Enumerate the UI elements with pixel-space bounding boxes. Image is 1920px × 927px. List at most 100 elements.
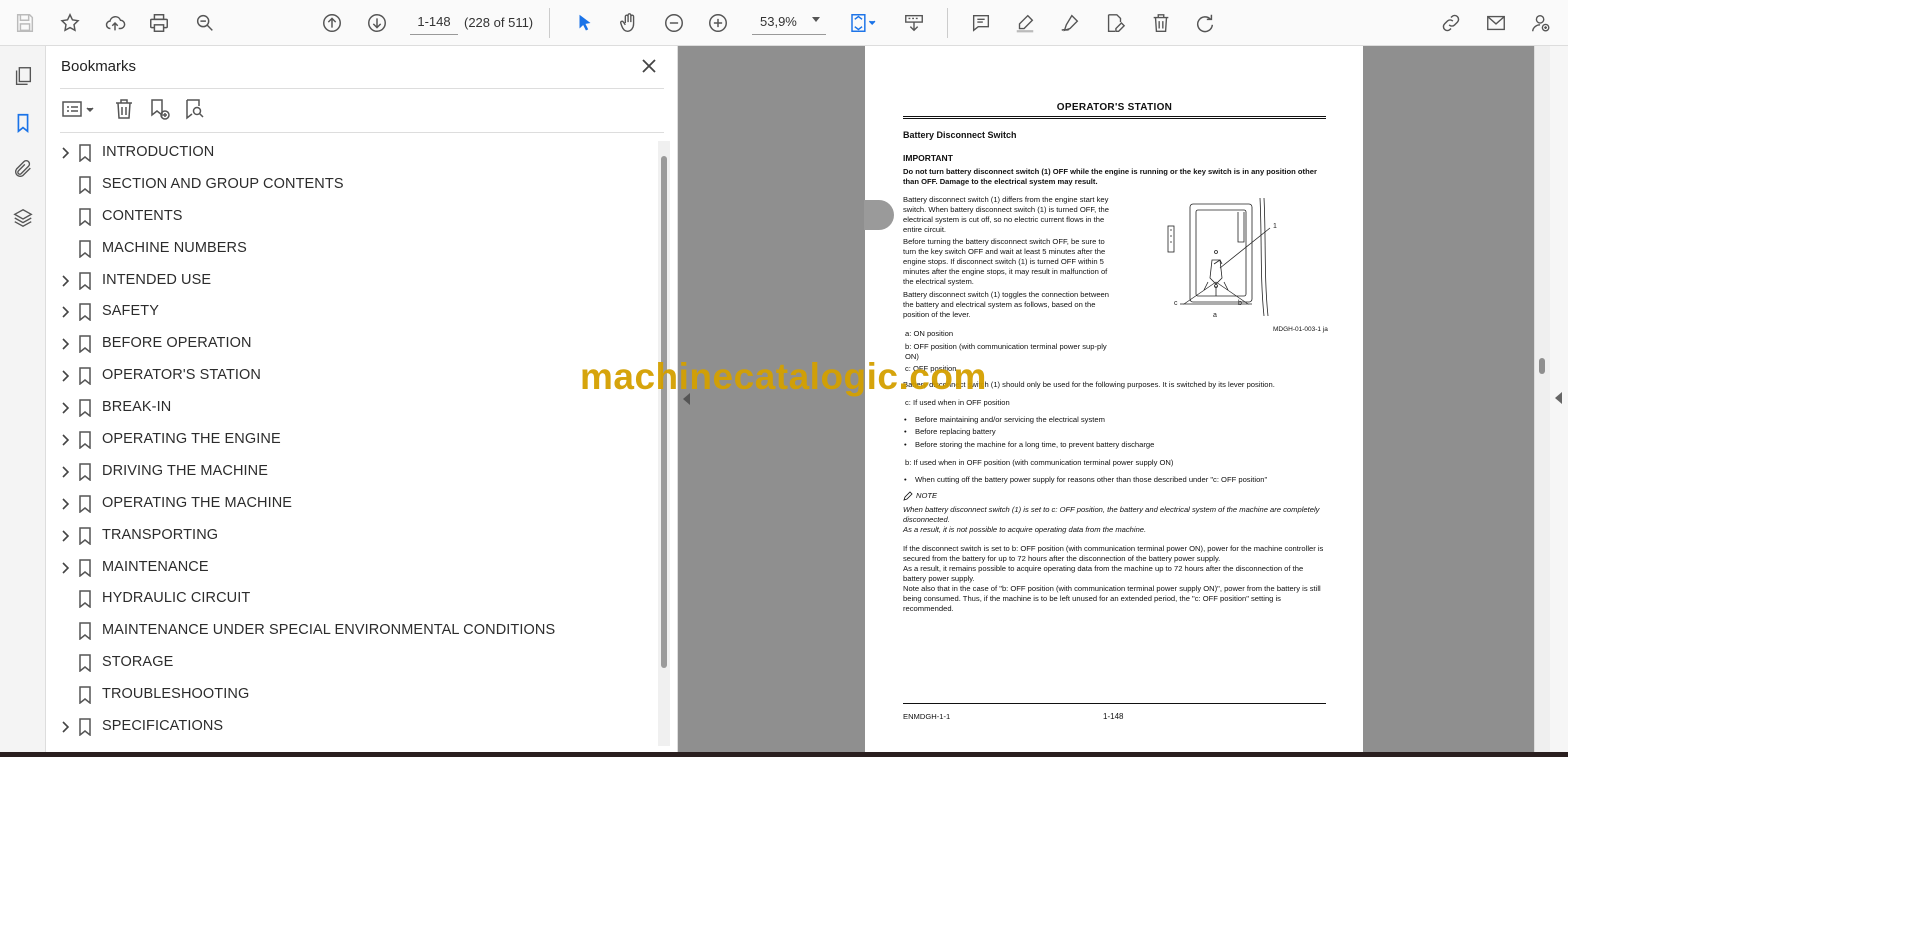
bookmark-item[interactable]: MACHINE NUMBERS — [46, 233, 658, 265]
chevron-right-icon[interactable] — [58, 337, 72, 351]
save-icon[interactable] — [10, 8, 40, 38]
bookmark-item[interactable]: TROUBLESHOOTING — [46, 679, 658, 711]
delete-icon[interactable] — [1146, 8, 1176, 38]
bookmark-icon — [79, 718, 91, 737]
page-side-tab[interactable] — [864, 200, 894, 230]
print-icon[interactable] — [144, 8, 174, 38]
bookmark-label: CONTENTS — [102, 207, 183, 224]
bookmark-icon — [79, 558, 91, 577]
bookmark-options-button[interactable] — [61, 96, 97, 122]
bookmark-label: BREAK-IN — [102, 399, 172, 416]
bookmark-item[interactable]: SPECIFICATIONS — [46, 711, 658, 743]
draw-icon[interactable] — [1055, 8, 1085, 38]
bookmark-icon — [79, 431, 91, 450]
header-rule-thin — [903, 118, 1326, 119]
fit-page-icon[interactable] — [843, 8, 883, 38]
delete-bookmark-icon[interactable] — [111, 96, 137, 122]
redo-icon[interactable] — [1190, 8, 1220, 38]
share-link-icon[interactable] — [1436, 8, 1466, 38]
bookmark-label: OPERATING THE ENGINE — [102, 431, 281, 448]
previous-page-icon[interactable] — [317, 8, 347, 38]
bookmark-item[interactable]: OPERATOR'S STATION — [46, 360, 658, 392]
bookmark-icon — [79, 367, 91, 386]
bookmark-item[interactable]: MAINTENANCE UNDER SPECIAL ENVIRONMENTAL … — [46, 615, 658, 647]
star-icon[interactable] — [55, 8, 85, 38]
expand-right-panel-icon[interactable] — [1555, 392, 1562, 404]
bookmark-item[interactable]: MAINTENANCE — [46, 552, 658, 584]
hand-tool-icon[interactable] — [614, 8, 644, 38]
important-text: Do not turn battery disconnect switch (1… — [903, 167, 1317, 186]
paragraph: Before turning the battery disconnect sw… — [903, 237, 1108, 286]
zoom-select[interactable]: 53,9% — [752, 9, 826, 35]
next-page-icon[interactable] — [362, 8, 392, 38]
bookmark-item[interactable]: INTRODUCTION — [46, 137, 658, 169]
bookmark-icon — [79, 399, 91, 418]
chevron-right-icon[interactable] — [58, 720, 72, 734]
bookmark-item[interactable]: BREAK-IN — [46, 392, 658, 424]
chevron-right-icon[interactable] — [58, 529, 72, 543]
bookmark-label: OPERATOR'S STATION — [102, 367, 261, 384]
bookmark-item[interactable]: OPERATING THE ENGINE — [46, 424, 658, 456]
bookmark-item[interactable]: SAFETY — [46, 296, 658, 328]
edit-pdf-icon[interactable] — [1100, 8, 1130, 38]
account-icon[interactable] — [1526, 8, 1556, 38]
bookmark-label: MAINTENANCE — [102, 558, 209, 575]
chevron-right-icon[interactable] — [58, 274, 72, 288]
close-icon[interactable] — [638, 55, 660, 77]
note-heading: NOTE — [903, 491, 937, 501]
chevron-right-icon[interactable] — [58, 433, 72, 447]
comment-icon[interactable] — [966, 8, 996, 38]
bookmark-label: SECTION AND GROUP CONTENTS — [102, 175, 344, 192]
chevron-right-icon[interactable] — [58, 369, 72, 383]
bookmark-icon — [79, 463, 91, 481]
page-thumbnails-icon[interactable] — [8, 61, 38, 91]
chevron-right-icon[interactable] — [58, 497, 72, 511]
bookmark-label: STORAGE — [102, 654, 174, 671]
cloud-upload-icon[interactable] — [100, 8, 130, 38]
bookmark-tree: INTRODUCTION SECTION AND GROUP CONTENTS CO… — [46, 137, 658, 743]
bullet-item: When cutting off the battery power suppl… — [904, 475, 1267, 485]
vertical-scrollbar-thumb[interactable] — [1539, 358, 1545, 374]
vertical-scrollbar[interactable] — [1534, 46, 1550, 752]
bookmark-item[interactable]: CONTENTS — [46, 201, 658, 233]
highlight-pen-icon[interactable] — [1010, 8, 1040, 38]
chevron-down-icon — [812, 17, 820, 22]
bookmark-item[interactable]: HYDRAULIC CIRCUIT — [46, 583, 658, 615]
chevron-right-icon[interactable] — [58, 561, 72, 575]
scroll-mode-icon[interactable] — [898, 8, 930, 38]
bookmark-label: MAINTENANCE UNDER SPECIAL ENVIRONMENTAL … — [102, 622, 556, 639]
add-bookmark-icon[interactable] — [146, 96, 172, 122]
bookmark-item[interactable]: DRIVING THE MACHINE — [46, 456, 658, 488]
footer-rule — [903, 703, 1326, 704]
bookmark-label: TRANSPORTING — [102, 526, 219, 543]
chevron-right-icon[interactable] — [58, 146, 72, 160]
toolbar-divider — [947, 8, 948, 38]
select-cursor-icon[interactable] — [570, 8, 600, 38]
bookmark-item[interactable]: INTENDED USE — [46, 265, 658, 297]
layers-icon[interactable] — [8, 203, 38, 233]
navigation-rail — [0, 46, 46, 752]
chevron-right-icon[interactable] — [58, 305, 72, 319]
zoom-in-icon[interactable] — [703, 8, 733, 38]
bookmark-label: SPECIFICATIONS — [102, 718, 224, 735]
bookmark-item[interactable]: STORAGE — [46, 647, 658, 679]
zoom-value: 53,9% — [760, 14, 797, 29]
chevron-right-icon[interactable] — [58, 465, 72, 479]
chevron-right-icon[interactable] — [58, 401, 72, 415]
bookmarks-scrollbar-thumb[interactable] — [661, 156, 667, 668]
bookmarks-panel-icon[interactable] — [8, 108, 38, 138]
page-number-input[interactable]: 1-148 — [410, 9, 458, 35]
watermark-text: machinecatalogic.com — [580, 356, 987, 397]
bullet-item: Before storing the machine for a long ti… — [904, 440, 1154, 450]
bookmark-item[interactable]: OPERATING THE MACHINE — [46, 488, 658, 520]
bookmark-item[interactable]: BEFORE OPERATION — [46, 328, 658, 360]
zoom-out-icon[interactable] — [659, 8, 689, 38]
bookmark-icon — [79, 335, 91, 354]
paragraph: Note also that in the case of "b: OFF po… — [903, 584, 1321, 613]
mail-icon[interactable] — [1481, 8, 1511, 38]
attachments-icon[interactable] — [8, 154, 38, 184]
search-zoom-icon[interactable] — [190, 8, 220, 38]
find-bookmark-icon[interactable] — [181, 96, 207, 122]
bookmark-item[interactable]: SECTION AND GROUP CONTENTS — [46, 169, 658, 201]
bookmark-item[interactable]: TRANSPORTING — [46, 520, 658, 552]
